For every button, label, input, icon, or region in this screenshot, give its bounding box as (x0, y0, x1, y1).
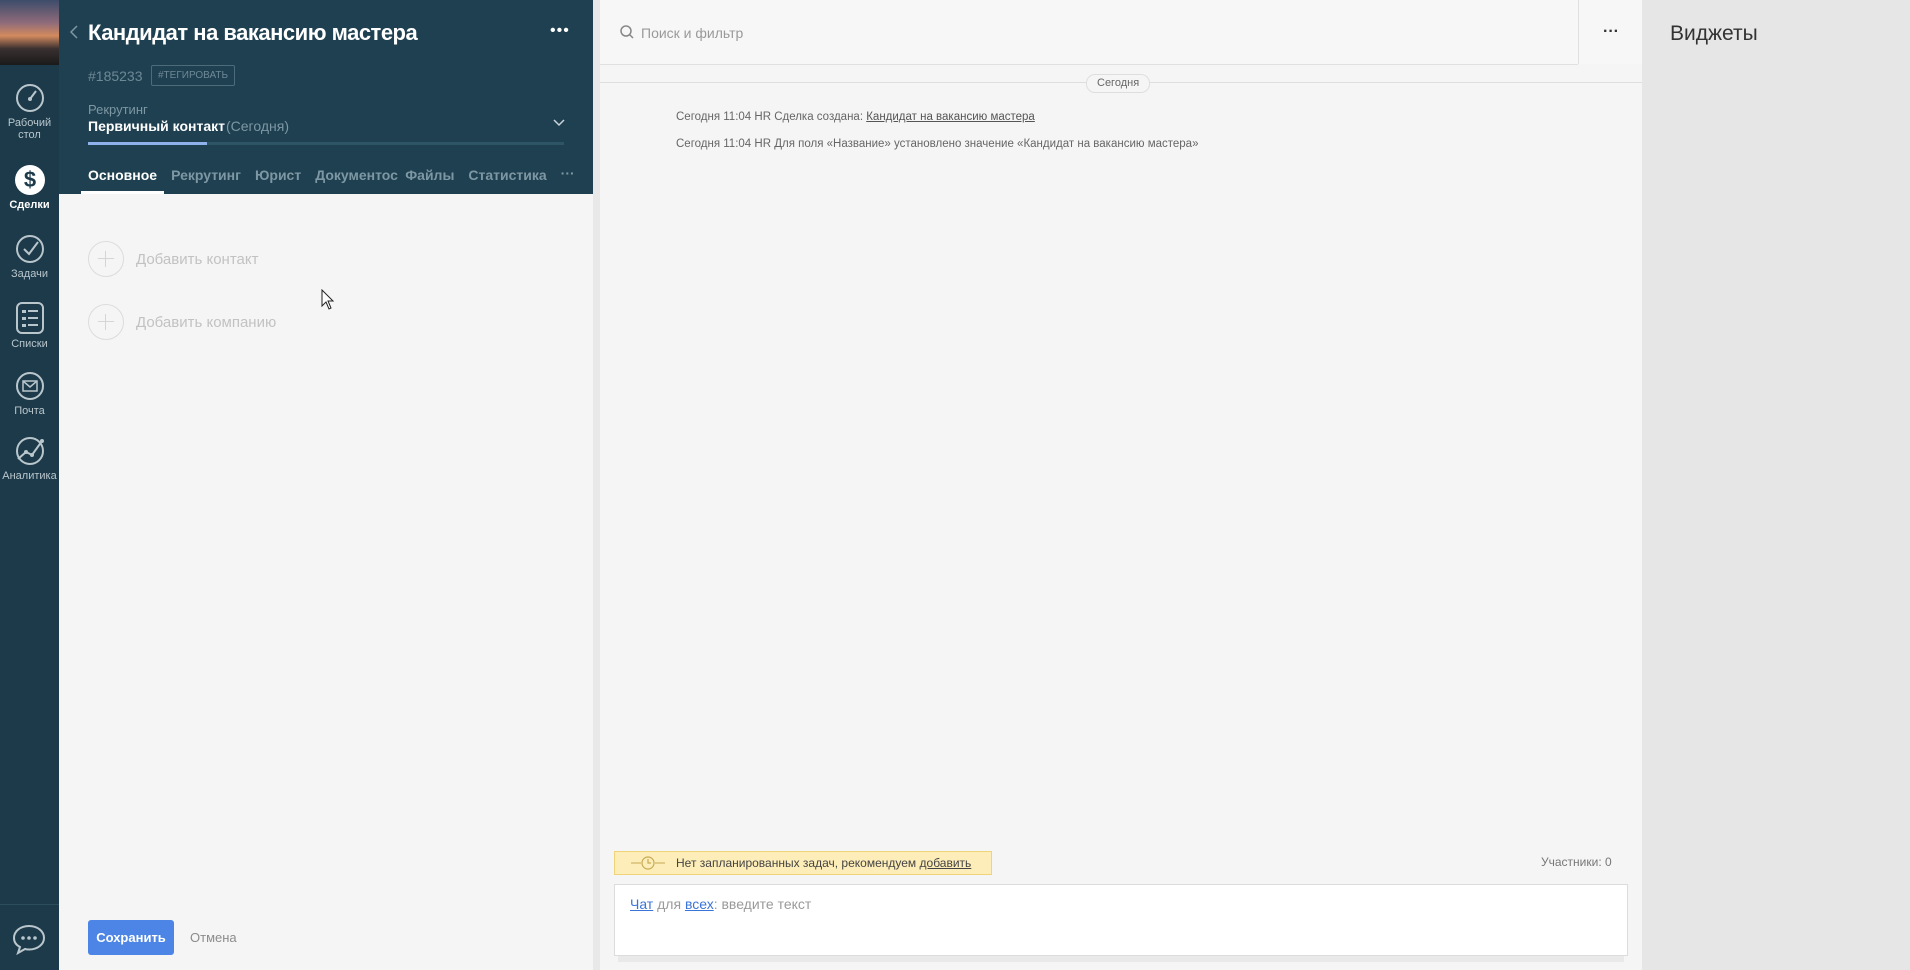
avatar[interactable] (0, 0, 59, 65)
tab-recruiting[interactable]: Рекрутинг (164, 167, 248, 194)
add-company-button[interactable]: Добавить компанию (88, 304, 276, 340)
nav-label-mail: Почта (14, 405, 45, 417)
nav-item-mail[interactable]: Почта (0, 370, 59, 417)
mail-icon (15, 372, 44, 400)
tab-files[interactable]: Файлы (398, 167, 461, 194)
save-button[interactable]: Сохранить (88, 920, 174, 955)
pipeline-name: Рекрутинг (88, 102, 148, 117)
analytics-icon (15, 437, 44, 465)
cancel-button[interactable]: Отмена (190, 930, 237, 945)
checkmark-icon (15, 235, 44, 263)
add-task-link[interactable]: добавить (920, 856, 972, 870)
list-icon (15, 302, 44, 334)
nav-label-deals: Сделки (9, 199, 50, 211)
clock-icon (631, 856, 665, 870)
search-input[interactable]: Поиск и фильтр (641, 25, 743, 41)
mouse-cursor-icon (321, 289, 335, 310)
search-icon (620, 25, 634, 39)
tabs-more[interactable]: ··· (554, 166, 582, 194)
composer-placeholder[interactable]: : введите текст (714, 896, 812, 912)
speedometer-icon (15, 84, 44, 112)
composer-for: для (653, 896, 685, 912)
event-text: Сегодня 11:04 HR Сделка создана: (676, 111, 867, 123)
nav-label-lists: Списки (11, 338, 48, 350)
feed-event: Сегодня 11:04 HR Для поля «Название» уст… (676, 138, 1198, 150)
plus-icon (88, 304, 124, 340)
tab-main[interactable]: Основное (81, 167, 165, 194)
add-contact-button[interactable]: Добавить контакт (88, 241, 258, 277)
composer-shadow (618, 956, 1624, 962)
add-company-label: Добавить компанию (136, 313, 277, 331)
panel-divider[interactable] (593, 0, 600, 970)
nav-label-analytics: Аналитика (2, 470, 57, 482)
chat-bubble-icon (12, 924, 46, 955)
deal-title[interactable]: Кандидат на вакансию мастера (88, 20, 418, 46)
nav-item-analytics[interactable]: Аналитика (0, 435, 59, 482)
nav-item-tasks[interactable]: Задачи (0, 233, 59, 280)
feed-more-menu[interactable]: ··· (1578, 0, 1643, 64)
feed-event: Сегодня 11:04 HR Сделка создана: Кандида… (676, 111, 1035, 123)
search-bar[interactable]: Поиск и фильтр (600, 0, 1578, 65)
nav-label-tasks: Задачи (11, 268, 48, 280)
add-contact-label: Добавить контакт (136, 250, 259, 268)
chat-type-link[interactable]: Чат (630, 896, 653, 912)
widgets-panel: Виджеты (1642, 0, 1910, 970)
chat-composer[interactable]: Чат для всех: введите текст (614, 884, 1628, 956)
chevron-down-icon[interactable] (553, 119, 565, 127)
dollar-icon: $ (14, 165, 45, 195)
tag-button[interactable]: #ТЕГИРОВАТЬ (151, 65, 236, 86)
feed-panel: Поиск и фильтр ··· Сегодня Сегодня 11:04… (600, 0, 1643, 970)
nav-item-deals[interactable]: $ Сделки (0, 164, 59, 211)
today-badge: Сегодня (1086, 74, 1151, 93)
stage-name[interactable]: Первичный контакт (88, 118, 225, 134)
recipients-link[interactable]: всех (685, 896, 714, 912)
event-link[interactable]: Кандидат на вакансию мастера (866, 111, 1035, 123)
nav-item-dashboard[interactable]: Рабочий стол (0, 82, 59, 141)
notice-text: Нет запланированных задач, рекомендуем (676, 856, 920, 870)
plus-icon (88, 241, 124, 277)
nav-label-dashboard-1: Рабочий (7, 117, 52, 129)
members-count[interactable]: Участники: 0 (1541, 855, 1612, 869)
task-notice: Нет запланированных задач, рекомендуем д… (614, 851, 992, 875)
tab-statistics[interactable]: Статистика (461, 167, 553, 194)
card-tabs: Основное Рекрутинг Юрист Документос Файл… (81, 166, 582, 194)
deal-card: Кандидат на вакансию мастера ••• #185233… (59, 0, 593, 970)
svg-text:$: $ (23, 167, 35, 192)
back-arrow-icon[interactable] (69, 25, 79, 39)
left-nav: Рабочий стол $ Сделки Задачи Списки Почт… (0, 0, 59, 970)
deal-id: #185233 (88, 68, 143, 84)
nav-item-lists[interactable]: Списки (0, 301, 59, 350)
tab-documents[interactable]: Документос (308, 167, 398, 194)
stage-progress-fill (88, 142, 207, 145)
chat-button[interactable] (0, 904, 59, 970)
stage-progress-bar (88, 142, 564, 145)
card-more-menu[interactable]: ••• (550, 23, 570, 39)
stage-date: (Сегодня) (226, 118, 289, 134)
widgets-title: Виджеты (1670, 22, 1758, 45)
composer-content[interactable]: Чат для всех: введите текст (630, 896, 811, 912)
tab-lawyer[interactable]: Юрист (248, 167, 308, 194)
notice-content: Нет запланированных задач, рекомендуем д… (676, 852, 971, 874)
event-text: Сегодня 11:04 HR Для поля «Название» уст… (676, 138, 1199, 150)
nav-label-dashboard-2: стол (18, 129, 41, 141)
card-header: Кандидат на вакансию мастера ••• #185233… (59, 0, 593, 194)
